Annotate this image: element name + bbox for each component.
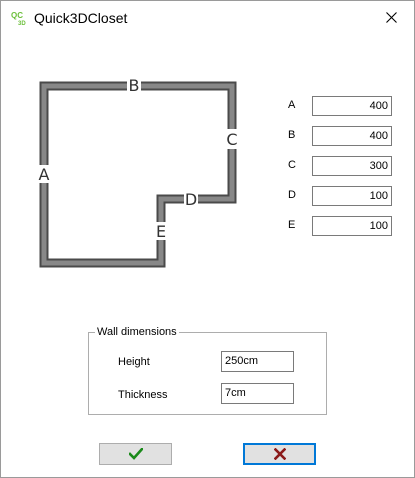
- dialog-window: QC 3D Quick3DCloset A B C D E A 400 B 40…: [0, 0, 415, 478]
- checkmark-icon: [128, 448, 143, 460]
- dimension-label-b: B: [288, 129, 296, 141]
- wall-label-d: D: [185, 190, 197, 209]
- height-input[interactable]: 250cm: [221, 351, 294, 372]
- closet-wall-diagram: A B C D E: [37, 76, 240, 268]
- dimension-label-d: D: [288, 189, 296, 201]
- thickness-input[interactable]: 7cm: [221, 383, 294, 404]
- dimension-label-e: E: [288, 219, 296, 231]
- qc-3d-app-icon: QC 3D: [11, 11, 26, 26]
- dimension-label-a: A: [288, 99, 296, 111]
- close-button[interactable]: [368, 1, 414, 33]
- x-icon: [273, 448, 286, 460]
- title-bar: QC 3D Quick3DCloset: [1, 1, 414, 35]
- wall-label-a: A: [39, 165, 50, 184]
- wall-label-e: E: [156, 222, 166, 241]
- thickness-label: Thickness: [118, 389, 168, 401]
- dimension-input-b[interactable]: 400: [312, 126, 392, 146]
- dimension-input-e[interactable]: 100: [312, 216, 392, 236]
- close-icon: [385, 11, 397, 23]
- height-label: Height: [118, 356, 150, 368]
- wall-dimensions-group: Wall dimensions Height 250cm Thickness 7…: [88, 325, 327, 415]
- cancel-button[interactable]: [243, 443, 316, 465]
- wall-label-b: B: [129, 76, 140, 95]
- dimension-label-c: C: [288, 159, 296, 171]
- svg-text:QC: QC: [11, 11, 23, 20]
- dimension-input-c[interactable]: 300: [312, 156, 392, 176]
- dimension-input-d[interactable]: 100: [312, 186, 392, 206]
- svg-text:3D: 3D: [18, 21, 26, 26]
- wall-label-c: C: [226, 130, 237, 149]
- dimension-input-a[interactable]: 400: [312, 96, 392, 116]
- wall-dimensions-legend: Wall dimensions: [95, 325, 179, 339]
- window-title: Quick3DCloset: [34, 10, 128, 26]
- ok-button[interactable]: [99, 443, 172, 465]
